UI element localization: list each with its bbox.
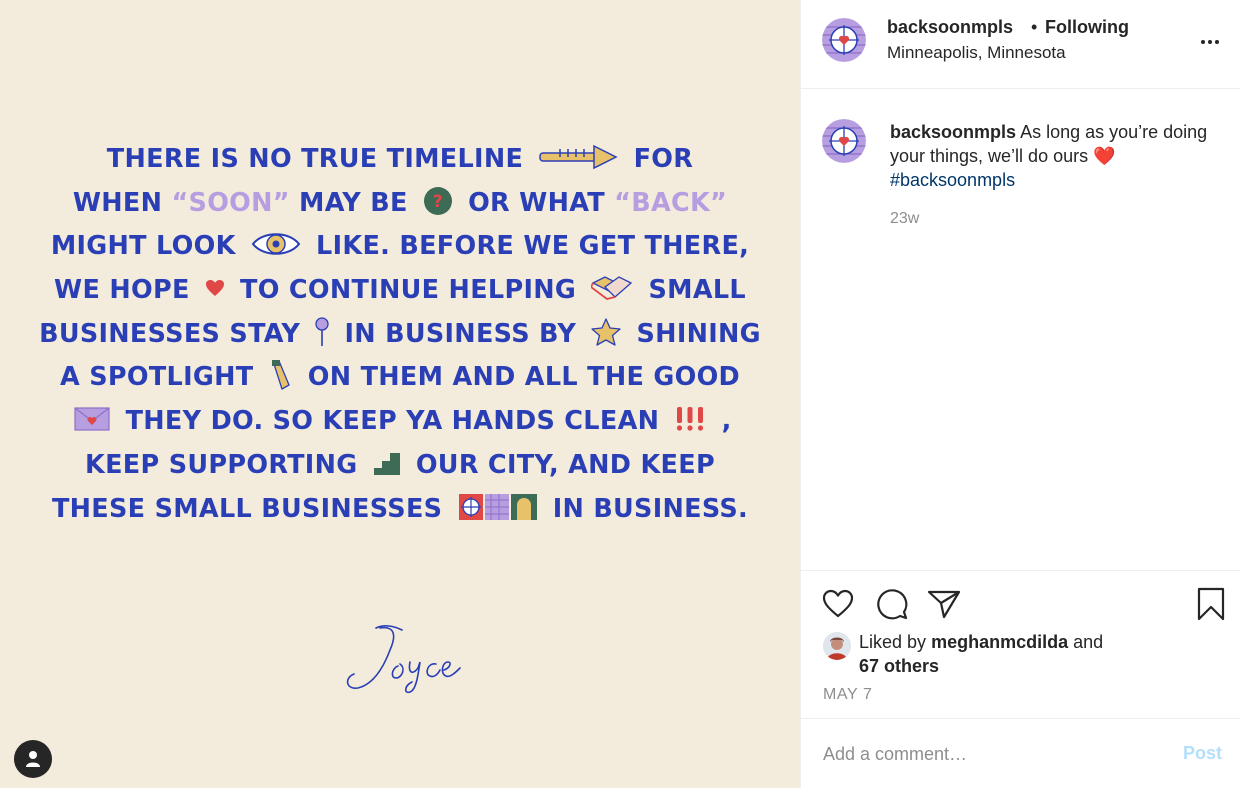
post-actions: Liked by meghanmcdilda and 67 others MAY…	[801, 571, 1240, 719]
arrow-icon	[538, 143, 619, 171]
more-options-icon[interactable]	[1198, 30, 1222, 54]
likes-summary: Liked by meghanmcdilda and 67 others	[859, 630, 1199, 678]
poem-text-segment: WE HOPE	[54, 275, 199, 306]
bookmark-icon[interactable]	[1194, 587, 1228, 621]
poem-text-segment: TO CONTINUE HELPING	[230, 275, 586, 306]
poem-text-segment: BUSINESSES STAY	[39, 318, 310, 349]
post-header: backsoonmpls • Following Minneapolis, Mi…	[801, 0, 1240, 89]
poem-text-segment: THESE SMALL BUSINESSES	[51, 493, 452, 524]
post-side-panel: backsoonmpls • Following Minneapolis, Mi…	[800, 0, 1240, 788]
comment-composer: Post	[801, 719, 1240, 787]
envelope-icon	[74, 407, 111, 431]
poem-text-segment: IN BUSINESS.	[543, 493, 749, 524]
highlighted-word: “BACK”	[614, 187, 728, 218]
liker-username[interactable]: meghanmcdilda	[931, 632, 1068, 652]
exclamation-icon	[674, 406, 706, 432]
question-icon: ?	[423, 186, 453, 216]
tagged-user-icon[interactable]	[14, 740, 52, 778]
comments-section: backsoonmpls As long as you’re doing you…	[801, 89, 1240, 571]
share-icon[interactable]	[927, 587, 961, 621]
poem-text: THERE IS NO TRUE TIMELINE FOR WHEN “SOON…	[0, 138, 800, 531]
post-caption: backsoonmpls As long as you’re doing you…	[890, 120, 1220, 192]
poem-text-segment: THERE IS NO TRUE TIMELINE	[106, 144, 533, 174]
comment-input[interactable]	[823, 741, 1143, 767]
star-icon	[591, 318, 621, 346]
location-link[interactable]: Minneapolis, Minnesota	[887, 43, 1066, 63]
like-icon[interactable]	[821, 587, 855, 621]
post-comment-button[interactable]: Post	[1183, 743, 1222, 764]
flashlight-icon	[269, 359, 293, 391]
likes-prefix: Liked by	[859, 632, 927, 652]
pin-icon	[315, 317, 329, 347]
poem-text-segment: LIKE. BEFORE WE GET THERE,	[306, 231, 750, 262]
poem-text-segment: MAY BE	[299, 187, 417, 218]
highlighted-word: “SOON”	[171, 187, 300, 218]
header-username[interactable]: backsoonmpls	[887, 17, 1013, 38]
poem-line: THERE IS NO TRUE TIMELINE FOR	[0, 138, 800, 182]
separator-dot: •	[1031, 17, 1038, 37]
poem-text-segment: SHINING	[627, 318, 761, 349]
stairs-icon	[373, 450, 401, 476]
heart-icon	[205, 279, 225, 297]
poem-text-segment: IN BUSINESS BY	[335, 318, 586, 349]
poem-text-segment: OUR CITY, AND KEEP	[406, 449, 715, 480]
comment-icon[interactable]	[875, 587, 909, 621]
caption-avatar[interactable]	[822, 119, 866, 163]
storefront-icon	[458, 493, 538, 521]
poem-line: THEY DO. SO KEEP YA HANDS CLEAN ,	[0, 400, 800, 444]
poem-text-segment: SMALL	[639, 275, 746, 306]
poem-line: WHEN “SOON” MAY BE ? OR WHAT “BACK”	[0, 182, 800, 226]
poem-text-segment: MIGHT LOOK	[50, 231, 245, 262]
poem-line: KEEP SUPPORTING OUR CITY, AND KEEP	[0, 444, 800, 488]
caption-timestamp[interactable]: 23w	[890, 210, 919, 228]
poem-line: THESE SMALL BUSINESSES IN BUSINESS.	[0, 488, 800, 532]
svg-text:?: ?	[433, 192, 443, 212]
likes-others-link[interactable]: 67 others	[859, 656, 939, 676]
poem-text-segment: FOR	[624, 144, 694, 174]
poem-text-segment: A SPOTLIGHT	[59, 362, 263, 393]
poem-line: MIGHT LOOK LIKE. BEFORE WE GET THERE,	[0, 225, 800, 269]
poem-line: WE HOPE TO CONTINUE HELPING SMALL	[0, 269, 800, 313]
signature	[340, 618, 470, 698]
caption-hashtag[interactable]: #backsoonmpls	[890, 170, 1015, 190]
liker-avatar[interactable]	[823, 632, 851, 660]
poem-text-segment: ON THEM AND ALL THE GOOD	[298, 362, 741, 393]
following-button[interactable]: Following	[1045, 17, 1129, 38]
poem-text-segment: OR WHAT	[458, 187, 615, 218]
poem-line: BUSINESSES STAY IN BUSINESS BY SHINING	[0, 313, 800, 357]
post-date[interactable]: MAY 7	[823, 686, 873, 704]
poem-text-segment: WHEN	[72, 187, 172, 218]
eye-icon	[251, 229, 301, 259]
poem-text-segment: KEEP SUPPORTING	[85, 449, 367, 480]
poem-line: A SPOTLIGHT ON THEM AND ALL THE GOOD	[0, 356, 800, 400]
post-image[interactable]: THERE IS NO TRUE TIMELINE FOR WHEN “SOON…	[0, 0, 800, 788]
likes-joiner: and	[1073, 632, 1104, 652]
profile-avatar[interactable]	[822, 18, 866, 62]
poem-text-segment: THEY DO. SO KEEP YA HANDS CLEAN	[116, 406, 669, 437]
handshake-icon	[591, 273, 633, 303]
poem-text-segment: ,	[712, 406, 732, 437]
caption-username[interactable]: backsoonmpls	[890, 122, 1016, 142]
